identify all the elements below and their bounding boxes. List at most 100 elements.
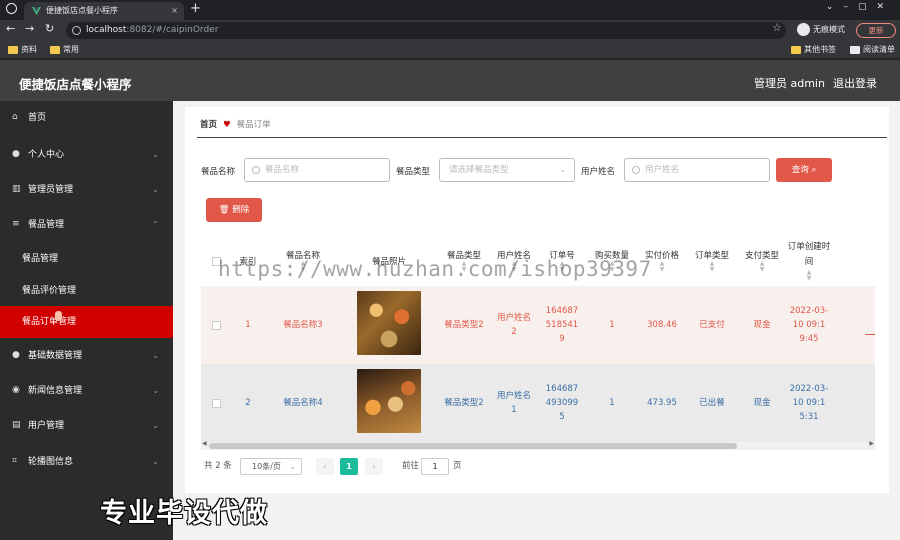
query-button[interactable]: 查询 ⌕ [776,158,832,182]
sort-icon[interactable]: ▲ ▼ [710,261,715,273]
sort-icon[interactable]: ▲ ▼ [760,261,765,273]
tab-title: 便捷饭店点餐小程序 [46,6,118,15]
update-button[interactable]: 更新 [856,23,896,38]
bookmark-folder[interactable]: 常用 [50,44,79,56]
col-order-type[interactable]: 订单类型 ▲ ▼ [687,236,737,286]
watermark-text: https://www.huzhan.com/ishop39397 [218,257,652,281]
col-pay-type[interactable]: 支付类型 ▲ ▼ [737,236,787,286]
chevron-down-icon: ⌄ [152,386,159,395]
row-checkbox[interactable] [211,320,221,330]
new-tab-button[interactable]: + [190,1,201,16]
prev-page-button[interactable]: ‹ [316,458,334,475]
logout-link[interactable]: 退出登录 [833,75,877,91]
scroll-left-icon[interactable]: ◀ [202,440,207,447]
search-icon [252,166,260,174]
vue-logo-icon [32,7,41,15]
submenu-item-dishes[interactable]: 餐品管理 [0,243,173,275]
site-info-icon[interactable] [72,26,81,35]
table-row[interactable]: 1 餐品名称3 餐品类型2 用户姓名2 1646875185419 1 308.… [201,286,875,364]
submenu-item-orders[interactable]: 餐品订单管理 [0,306,173,338]
cell-order-no: 1646875185419 [545,306,579,344]
sort-icon[interactable]: ▲ ▼ [660,261,665,273]
cell-index: 2 [245,398,251,408]
filter-user-label: 用户姓名 [581,167,616,177]
cell-type: 餐品类型2 [444,398,484,408]
dish-type-select[interactable]: 请选择餐品类型 ⌄ [439,158,575,182]
breadcrumb-home[interactable]: 首页 [200,120,217,130]
cell-user: 用户姓名1 [496,391,531,415]
reload-icon[interactable]: ↻ [45,22,54,35]
sidebar-item-users[interactable]: ▤ 用户管理 ⌄ [0,409,173,443]
row-checkbox-cell [201,364,231,442]
url-host: localhost [86,25,127,35]
menu-icon: ≡ [12,219,20,229]
browser-tab-bar: 便捷饭店点餐小程序 × + ⌄–▢✕ [0,0,900,20]
sidebar-item-news[interactable]: ◉ 新闻信息管理 ⌄ [0,374,173,408]
bookmark-star-icon[interactable]: ☆ [772,21,782,34]
bookmark-folder[interactable]: 其他书签 [791,44,836,56]
scrollbar-thumb[interactable] [209,443,737,449]
bookmarks-bar: 资料 常用 其他书签 阅读清单 [0,41,900,59]
dish-photo[interactable] [357,369,421,433]
home-icon: ⌂ [12,112,18,122]
sort-icon[interactable]: ▲ ▼ [807,270,812,282]
back-arrow-icon[interactable]: ← [6,22,15,35]
chart-icon: ▥ [12,184,21,194]
table-scrollbar[interactable]: ◀ ▶ [201,440,875,450]
scroll-right-icon[interactable]: ▶ [869,440,874,447]
url-input[interactable]: localhost:8082/#/caipinOrder [66,22,786,39]
dish-name-search-input[interactable]: 餐品名称 [244,158,390,182]
sidebar-item-admin[interactable]: ▥ 管理员管理 ⌄ [0,173,173,207]
content-panel: 首页 ♥ 餐品订单 餐品名称 餐品名称 餐品类型 请选择餐品类型 ⌄ 用户姓名 用户… [185,107,889,493]
cell-order-no: 1646874930995 [545,384,579,422]
chevron-down-icon: ⌄ [152,351,159,360]
sidebar-item-profile[interactable]: ● 个人中心 ⌄ [0,138,173,172]
delete-button[interactable]: 🗑 删除 [206,198,262,222]
incognito-indicator[interactable]: 无痕模式 [797,23,845,37]
page-number-button[interactable]: 1 [340,458,358,475]
cell-order-type: 已出餐 [699,398,725,408]
overlay-caption: 专业毕设代做 [100,498,268,529]
cell-created: 2022-03-10 09:19:45 [789,306,829,344]
sidebar-item-home[interactable]: ⌂ 首页 [0,101,173,135]
trash-icon: 🗑 [218,205,230,215]
main-content: 首页 ♥ 餐品订单 餐品名称 餐品名称 餐品类型 请选择餐品类型 ⌄ 用户姓名 用户… [173,101,900,540]
chevron-down-icon: ⌄ [289,462,296,471]
sidebar-item-basic-data[interactable]: ● 基础数据管理 ⌄ [0,339,173,373]
cell-name: 餐品名称3 [283,320,323,330]
forward-arrow-icon[interactable]: → [25,22,34,35]
cell-qty: 1 [609,398,615,408]
submenu-item-reviews[interactable]: 餐品评价管理 [0,275,173,307]
folder-icon [8,46,18,54]
sidebar-item-carousel[interactable]: ⌗ 轮播图信息 ⌄ [0,445,173,479]
reading-list[interactable]: 阅读清单 [850,44,895,56]
bookmark-folder[interactable]: 资料 [8,44,37,56]
dish-photo[interactable] [357,291,421,355]
folder-icon [791,46,801,54]
close-tab-icon[interactable]: × [171,2,178,20]
browser-tab[interactable]: 便捷饭店点餐小程序 × [24,2,184,20]
incognito-icon [797,23,810,36]
admin-name: 管理员 admin [754,77,825,90]
breadcrumb: 首页 ♥ 餐品订单 [200,118,271,130]
search-icon: ⌕ [811,165,817,175]
goto-page-input[interactable]: 1 [421,458,449,475]
person-icon: ● [12,350,20,360]
row-checkbox-cell [201,286,231,364]
table-row[interactable]: 2 餐品名称4 餐品类型2 用户姓名1 1646874930995 1 473.… [201,364,875,442]
row-checkbox[interactable] [211,398,221,408]
sidebar-item-dishes[interactable]: ≡ 餐品管理 ⌃ [0,208,173,242]
chevron-down-icon: ⌄ [152,150,159,159]
cell-type: 餐品类型2 [444,320,484,330]
window-controls[interactable]: ⌄–▢✕ [826,2,894,12]
person-icon: ● [12,149,20,159]
cell-photo [341,286,437,364]
user-name-search-input[interactable]: 用户姓名 [624,158,770,182]
clipboard-icon: ▤ [12,420,21,430]
page-size-select[interactable]: 10条/页 ⌄ [240,458,302,475]
cell-order-type: 已支付 [699,320,725,330]
app-header: 便捷饭店点餐小程序 管理员 admin 退出登录 [0,60,900,101]
col-created[interactable]: 订单创建时间 ▲ ▼ [787,236,831,286]
next-page-button[interactable]: › [365,458,383,475]
chevron-down-icon: ⌄ [152,457,159,466]
